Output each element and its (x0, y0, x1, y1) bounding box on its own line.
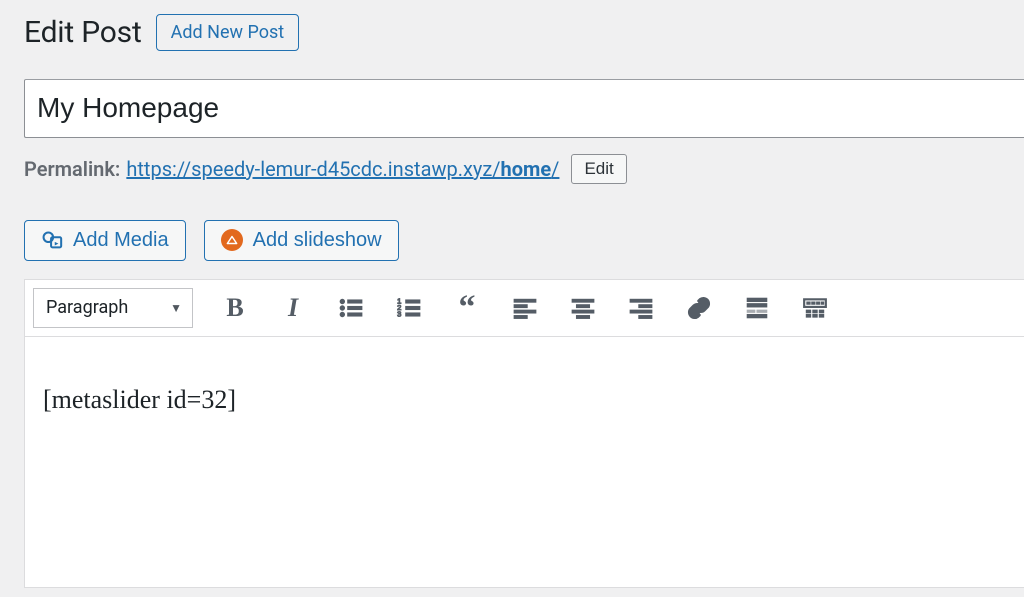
add-media-label: Add Media (73, 229, 169, 252)
media-buttons-row: Add Media Add slideshow (24, 220, 1024, 261)
permalink-label: Permalink: (24, 157, 120, 181)
permalink-url-slug: home (501, 157, 552, 181)
permalink-url-base: https://speedy-lemur-d45cdc.instawp.xyz/ (126, 157, 500, 181)
page-heading-row: Edit Post Add New Post (24, 0, 1024, 51)
toolbar-toggle-button[interactable] (799, 292, 831, 324)
add-media-button[interactable]: Add Media (24, 220, 186, 261)
post-title-input[interactable] (24, 79, 1024, 137)
slideshow-icon (221, 229, 243, 251)
paragraph-format-dropdown[interactable]: Paragraph ▼ (33, 288, 193, 328)
add-slideshow-label: Add slideshow (253, 229, 382, 252)
permalink-url[interactable]: https://speedy-lemur-d45cdc.instawp.xyz/… (126, 157, 559, 181)
blockquote-button[interactable]: “ (451, 292, 483, 324)
editor: Paragraph ▼ B I 123 “ (24, 279, 1024, 588)
editor-toolbar: Paragraph ▼ B I 123 “ (25, 280, 1024, 337)
bold-button[interactable]: B (219, 292, 251, 324)
insert-link-button[interactable] (683, 292, 715, 324)
bullet-list-button[interactable] (335, 292, 367, 324)
permalink-url-trail: / (551, 157, 559, 181)
editor-content-area[interactable]: [metaslider id=32] (25, 337, 1024, 587)
edit-permalink-button[interactable]: Edit (571, 154, 626, 184)
add-new-post-button[interactable]: Add New Post (156, 14, 300, 51)
media-icon (41, 229, 63, 251)
insert-read-more-button[interactable] (741, 292, 773, 324)
svg-text:3: 3 (397, 309, 401, 318)
align-center-button[interactable] (567, 292, 599, 324)
permalink-row: Permalink: https://speedy-lemur-d45cdc.i… (24, 154, 1024, 184)
page-title: Edit Post (24, 15, 142, 50)
italic-button[interactable]: I (277, 292, 309, 324)
add-slideshow-button[interactable]: Add slideshow (204, 220, 399, 261)
align-right-button[interactable] (625, 292, 657, 324)
align-left-button[interactable] (509, 292, 541, 324)
editor-content-text: [metaslider id=32] (43, 385, 1006, 415)
numbered-list-button[interactable]: 123 (393, 292, 425, 324)
chevron-down-icon: ▼ (170, 301, 182, 315)
paragraph-format-selected: Paragraph (46, 297, 128, 318)
